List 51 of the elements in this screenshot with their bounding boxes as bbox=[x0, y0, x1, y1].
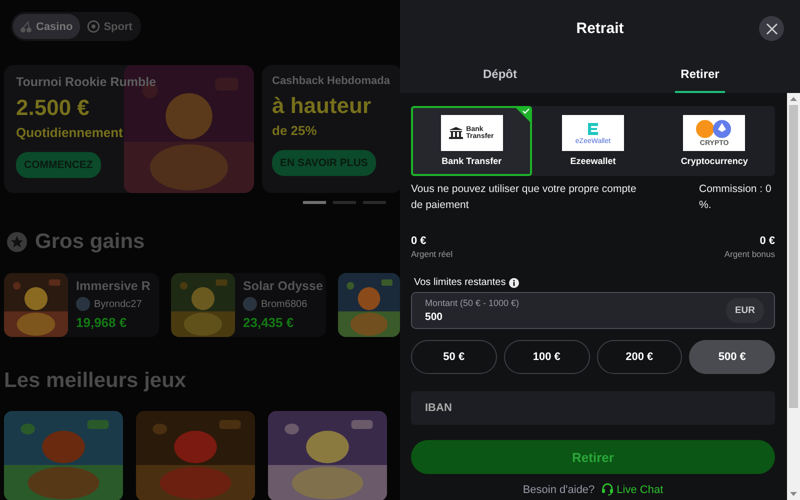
commission-text: Commission : 0 %. bbox=[699, 182, 772, 213]
promo-title: Cashback Hebdomada bbox=[272, 75, 390, 87]
field-label: Montant (50 € - 1000 €) bbox=[425, 298, 520, 308]
down-arrow-icon bbox=[790, 492, 797, 496]
balance-label: Argent réel bbox=[411, 249, 453, 259]
win-amount: 19,968 € bbox=[76, 315, 128, 330]
currency-button[interactable]: EUR bbox=[726, 298, 764, 323]
win-card[interactable]: Immersive R Byrondc27 19,968 € bbox=[4, 273, 159, 337]
bank-icon bbox=[449, 127, 464, 139]
close-icon bbox=[766, 22, 778, 34]
live-chat-link[interactable]: Live Chat bbox=[602, 483, 664, 496]
info-icon bbox=[508, 278, 519, 288]
tab[interactable]: Dépôt bbox=[477, 56, 523, 93]
balance-amount: 0 € bbox=[411, 235, 428, 247]
wallet-logo-icon bbox=[586, 122, 600, 136]
up-arrow-icon bbox=[790, 97, 797, 101]
ball-icon bbox=[86, 20, 100, 33]
headset-icon bbox=[602, 483, 613, 496]
close-button[interactable] bbox=[759, 16, 784, 41]
promo-headline: 2.500 € bbox=[16, 95, 90, 121]
balance-amount: 0 € bbox=[760, 235, 775, 247]
win-card[interactable]: Solar Odysse Brom6806 23,435 € bbox=[171, 273, 326, 337]
amount-preset[interactable]: 100 € bbox=[504, 340, 590, 374]
player-name: Brom6806 bbox=[261, 298, 308, 310]
amount-preset[interactable]: 500 € bbox=[689, 340, 775, 374]
section-heading: Les meilleurs jeux bbox=[4, 369, 188, 393]
section-heading: Gros gains bbox=[35, 230, 145, 254]
amount-preset[interactable]: 200 € bbox=[596, 340, 682, 374]
scrollbar[interactable] bbox=[787, 93, 800, 500]
win-amount: 23,435 € bbox=[243, 315, 295, 330]
coins-icon bbox=[696, 120, 732, 138]
avatar-icon bbox=[243, 297, 257, 311]
promo-headline: à hauteur bbox=[272, 93, 372, 119]
check-corner-icon bbox=[515, 107, 532, 123]
balance-label: Argent bonus bbox=[724, 249, 775, 259]
help-text: Besoin d'aide? bbox=[522, 484, 595, 496]
player-name: Byrondc27 bbox=[94, 298, 142, 310]
iban-field[interactable]: IBAN bbox=[411, 391, 775, 425]
avatar-icon bbox=[76, 297, 90, 311]
amount-preset[interactable]: 50 € bbox=[411, 340, 497, 374]
promo-subline: de 25% bbox=[272, 123, 317, 138]
dialog-title: Retrait bbox=[576, 20, 624, 36]
cherries-icon bbox=[20, 20, 32, 32]
game-name: Immersive R bbox=[76, 279, 150, 293]
limits-label: Vos limites restantes bbox=[414, 277, 506, 288]
field-value: 500 bbox=[425, 311, 444, 323]
promo-title: Tournoi Rookie Rumble bbox=[16, 75, 156, 89]
amount-field[interactable]: Montant (50 € - 1000 €) 500 EUR bbox=[411, 292, 775, 329]
promo-subline: Quotidiennement bbox=[16, 125, 123, 140]
notice-text: Vous ne pouvez utiliser que votre propre compte de paiement bbox=[411, 182, 638, 213]
game-name: Solar Odysse bbox=[243, 279, 323, 293]
